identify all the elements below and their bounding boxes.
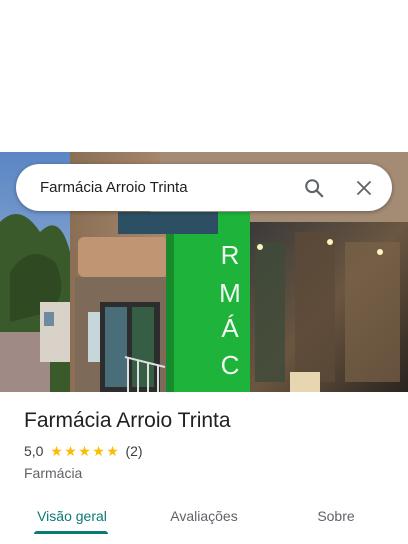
sign-letter-c: C bbox=[221, 350, 240, 380]
tab-about-label: Sobre bbox=[317, 508, 355, 524]
rating-value: 5,0 bbox=[24, 443, 44, 459]
place-info: Farmácia Arroio Trinta 5,0 ★ ★ ★ ★ ★ (2)… bbox=[24, 406, 394, 482]
place-tabs: Visão geral Avaliações Sobre bbox=[0, 496, 408, 536]
search-bar[interactable]: Farmácia Arroio Trinta bbox=[16, 164, 392, 211]
place-title: Farmácia Arroio Trinta bbox=[24, 409, 231, 432]
star-icon: ★ bbox=[92, 443, 105, 459]
search-icon[interactable] bbox=[296, 170, 332, 206]
tab-about[interactable]: Sobre bbox=[264, 496, 408, 536]
rating-row[interactable]: 5,0 ★ ★ ★ ★ ★ (2) bbox=[24, 442, 394, 460]
sign-letter-a: Á bbox=[221, 313, 239, 343]
sign-letter-m: M bbox=[219, 278, 241, 308]
star-icon: ★ bbox=[78, 443, 91, 459]
place-category[interactable]: Farmácia bbox=[24, 464, 394, 482]
tab-overview[interactable]: Visão geral bbox=[0, 496, 144, 536]
close-icon[interactable] bbox=[346, 170, 382, 206]
tab-reviews-label: Avaliações bbox=[170, 508, 238, 524]
search-input[interactable]: Farmácia Arroio Trinta bbox=[16, 179, 296, 196]
active-tab-indicator bbox=[34, 531, 108, 534]
star-icon: ★ bbox=[64, 443, 77, 459]
sign-letter-r: R bbox=[221, 240, 240, 270]
tab-reviews[interactable]: Avaliações bbox=[144, 496, 264, 536]
star-icon: ★ bbox=[50, 443, 63, 459]
map-area-blank bbox=[0, 0, 408, 152]
review-count[interactable]: (2) bbox=[125, 443, 142, 459]
star-rating: ★ ★ ★ ★ ★ bbox=[49, 444, 119, 458]
star-icon: ★ bbox=[106, 443, 119, 459]
tab-overview-label: Visão geral bbox=[37, 508, 107, 524]
